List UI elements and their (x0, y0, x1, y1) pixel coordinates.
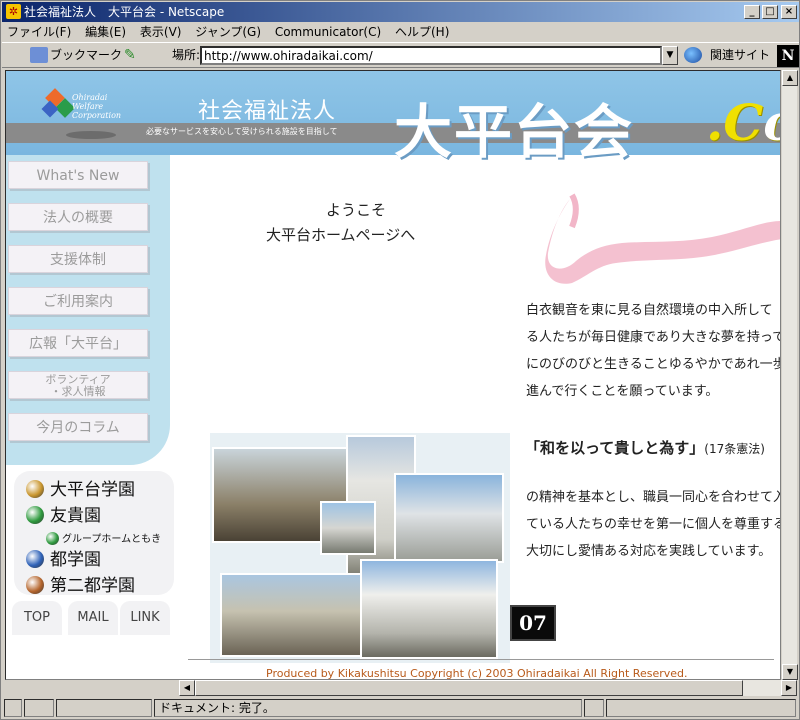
related-sites-icon[interactable] (684, 47, 702, 63)
intro-line: 白衣観音を東に見る自然環境の中入所して (526, 303, 773, 318)
netscape-icon: ✲ (6, 4, 21, 19)
facility-photo-collage (210, 433, 510, 663)
page-proxy-icon[interactable]: ✎ (124, 47, 138, 63)
nav-usage-guide[interactable]: ご利用案内 (8, 287, 148, 315)
status-bar: ドキュメント: 完了。 (2, 697, 799, 719)
menu-edit[interactable]: 編集(E) (80, 23, 131, 41)
facility-label: 第二都学園 (50, 576, 135, 596)
scroll-right-button[interactable]: ▶ (781, 680, 797, 696)
brush-stroke-decoration (545, 193, 780, 284)
facility-label: 都学園 (50, 550, 101, 570)
facility-daini-miyako-gakuen[interactable]: 第二都学園 (26, 571, 135, 596)
menu-communicator[interactable]: Communicator(C) (270, 23, 386, 41)
photo-small-building (320, 501, 376, 555)
blue-ball-icon (26, 550, 44, 568)
minimize-button[interactable]: _ (744, 5, 760, 19)
brown-ball-icon (26, 576, 44, 594)
green-ball-icon (26, 506, 44, 524)
link-link[interactable]: LINK (120, 601, 170, 635)
browser-window: ✲ 社会福祉法人 大平台会 - Netscape _ □ × ファイル(F) 編… (0, 0, 800, 720)
body-line: ている人たちの幸せを第一に個人を尊重するべ (526, 517, 781, 532)
body-line: 大切にし愛情ある対応を実践しています。 (526, 544, 772, 559)
dotcom-text: .Com (706, 93, 780, 152)
photo-building (394, 473, 504, 563)
window-title: 社会福祉法人 大平台会 - Netscape (24, 5, 225, 19)
dotcom-c: .C (706, 93, 764, 152)
intro-line: にのびのびと生きることゆるやかであれ一歩一 (526, 357, 781, 372)
security-lock-icon[interactable] (4, 699, 22, 717)
connection-icon (24, 699, 54, 717)
nav-newsletter[interactable]: 広報「大平台」 (8, 329, 148, 357)
tagline: 必要なサービスを安心して受けられる施設を目指して (146, 127, 338, 136)
close-button[interactable]: × (781, 5, 797, 19)
org-type-heading: 社会福祉法人 (198, 99, 337, 124)
scroll-up-button[interactable]: ▲ (782, 70, 798, 86)
menu-file[interactable]: ファイル(F) (2, 23, 76, 41)
left-nav: What's New 法人の概要 支援体制 ご利用案内 広報「大平台」 ボランテ… (6, 155, 170, 465)
photo-school (360, 559, 498, 659)
page-viewport: Ohiradai Welfare Corporation 社会福祉法人 必要なサ… (5, 70, 781, 680)
component-bar (606, 699, 796, 717)
menu-help[interactable]: ヘルプ(H) (390, 23, 454, 41)
green-ball-icon (46, 532, 59, 545)
scroll-down-button[interactable]: ▼ (782, 664, 798, 680)
motto-text: 「和を以って貴しと為す」 (525, 439, 705, 457)
top-link[interactable]: TOP (12, 601, 62, 635)
facility-links: 大平台学園 友貴園 グループホームともき 都学園 第二都学園 (14, 471, 174, 596)
facility-sub-label: グループホームともき (62, 534, 162, 545)
related-sites-button[interactable]: 関連サイト (710, 47, 770, 63)
intro-line: 進んで行くことを願っています。 (526, 384, 719, 399)
facility-miyako-gakuen[interactable]: 都学園 (26, 545, 101, 570)
logo-shadow (66, 131, 116, 139)
netscape-logo[interactable]: N (777, 45, 799, 67)
welcome-line-2: 大平台ホームページへ (266, 226, 416, 244)
motto-source: (17条憲法) (704, 442, 765, 456)
horizontal-scroll-thumb[interactable] (195, 680, 743, 696)
vertical-scrollbar[interactable]: ▲ ▼ (781, 70, 798, 680)
horizontal-scrollbar[interactable]: ◀ ▶ (179, 680, 797, 696)
site-name-heading: 大平台会 (394, 98, 635, 166)
title-bar: ✲ 社会福祉法人 大平台会 - Netscape _ □ × (2, 2, 799, 22)
facility-ohiradai-gakuen[interactable]: 大平台学園 (26, 475, 135, 500)
bookmarks-button[interactable]: ブックマーク (50, 47, 122, 63)
location-toolbar: ブックマーク ✎ 場所: ▼ 関連サイト N (2, 42, 799, 68)
nav-support[interactable]: 支援体制 (8, 245, 148, 273)
nav-about[interactable]: 法人の概要 (8, 203, 148, 231)
location-label: 場所: (172, 48, 201, 62)
facility-label: 友貴園 (50, 506, 101, 526)
facility-yukien[interactable]: 友貴園 (26, 501, 101, 526)
maximize-button[interactable]: □ (762, 5, 778, 19)
welcome-line-1: ようこそ (326, 201, 387, 219)
url-input[interactable] (200, 46, 662, 65)
menu-bar: ファイル(F) 編集(E) 表示(V) ジャンプ(G) Communicator… (2, 23, 799, 41)
url-dropdown-button[interactable]: ▼ (662, 46, 678, 65)
status-spacer (584, 699, 604, 717)
mail-link[interactable]: MAIL (68, 601, 118, 635)
body-line: の精神を基本とし、職員一同心を合わせて入所 (526, 490, 781, 505)
menu-view[interactable]: 表示(V) (135, 23, 187, 41)
visitor-counter: 07 (510, 605, 556, 641)
nav-column[interactable]: 今月のコラム (8, 413, 148, 441)
status-text: ドキュメント: 完了。 (154, 699, 582, 717)
intro-line: る人たちが毎日健康であり大きな夢を持って自 (526, 330, 781, 345)
nav-volunteer-jobs[interactable]: ボランティア ・求人情報 (8, 371, 148, 399)
menu-go[interactable]: ジャンプ(G) (190, 23, 266, 41)
nav-whats-new[interactable]: What's New (8, 161, 148, 189)
footer-copyright: Produced by Kikakushitsu Copyright (c) 2… (266, 667, 688, 680)
facility-group-home[interactable]: グループホームともき (46, 530, 161, 545)
site-logo[interactable]: Ohiradai Welfare Corporation (41, 85, 121, 120)
logo-text: Ohiradai Welfare Corporation (72, 93, 122, 120)
header-banner: Ohiradai Welfare Corporation 社会福祉法人 必要なサ… (6, 71, 780, 166)
footer-divider (188, 659, 774, 660)
bookmark-icon[interactable] (30, 47, 48, 63)
facility-label: 大平台学園 (50, 480, 135, 500)
scroll-left-button[interactable]: ◀ (179, 680, 195, 696)
gold-ball-icon (26, 480, 44, 498)
motto: 「和を以って貴しと為す」(17条憲法) (525, 437, 765, 458)
progress-bar (56, 699, 152, 717)
photo-path (220, 573, 362, 657)
dotcom-rest: om (763, 93, 780, 152)
